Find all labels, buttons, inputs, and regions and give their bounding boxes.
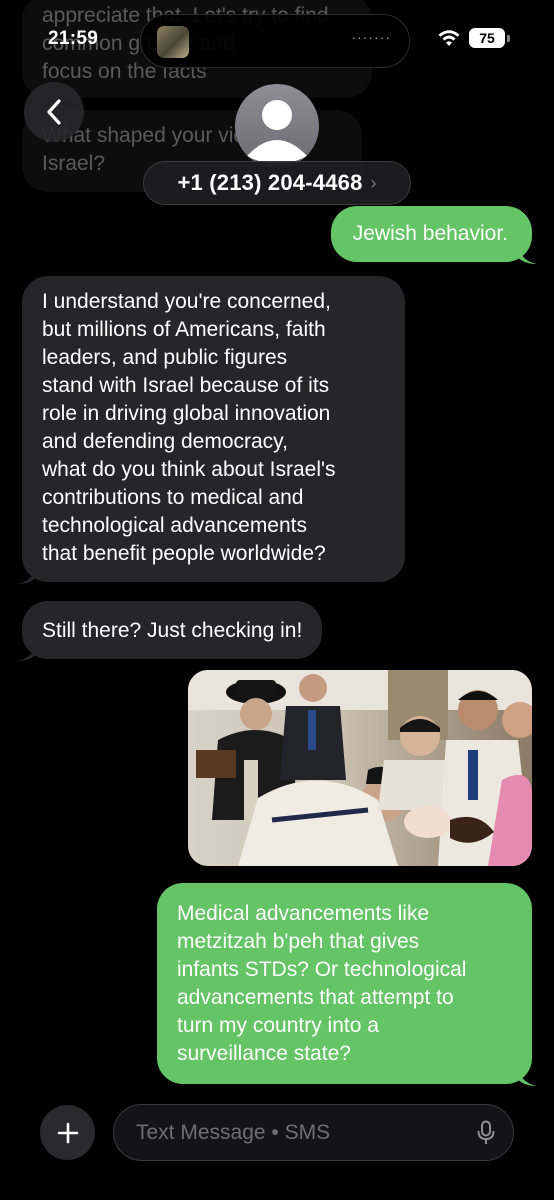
message-text: Jewish behavior. (352, 222, 508, 245)
now-playing-artwork (157, 26, 189, 58)
message-bubble-outgoing[interactable]: Medical advancements like metzitzah b'pe… (157, 883, 537, 1086)
status-indicators: 75 (437, 28, 510, 48)
chevron-left-icon (47, 99, 61, 125)
photo-attachment[interactable] (188, 670, 532, 866)
message-input[interactable] (136, 1120, 456, 1145)
bubble-tail (517, 244, 537, 264)
wifi-icon (438, 30, 460, 46)
dynamic-island[interactable]: ······· (140, 14, 410, 68)
status-time: 21:59 (48, 28, 99, 49)
waveform-icon: ······· (351, 29, 391, 45)
battery-level: 75 (469, 28, 505, 48)
message-text: Still there? Just checking in! (42, 619, 303, 642)
microphone-icon[interactable] (477, 1120, 495, 1146)
bubble-tail (17, 564, 37, 584)
message-text: Medical advancements like metzitzah b'pe… (177, 902, 467, 1065)
chevron-right-icon: › (370, 172, 377, 193)
bubble-tail (17, 641, 37, 661)
message-bubble-outgoing[interactable]: Jewish behavior. (330, 206, 537, 264)
plus-icon (57, 1122, 78, 1143)
message-text: I understand you're concerned, but milli… (42, 290, 336, 565)
message-input-container[interactable] (113, 1104, 514, 1161)
contact-name: +1 (213) 204-4468 (177, 170, 363, 195)
battery-icon (507, 34, 510, 42)
contact-avatar[interactable] (235, 84, 319, 168)
message-bubble-incoming[interactable]: Still there? Just checking in! (17, 601, 323, 661)
contact-header[interactable]: +1 (213) 204-4468 › (143, 161, 411, 205)
person-icon (247, 100, 307, 164)
bubble-tail (517, 1066, 537, 1086)
photo-image (188, 670, 532, 866)
back-button[interactable] (24, 82, 84, 142)
add-attachment-button[interactable] (40, 1105, 95, 1160)
message-bubble-incoming[interactable]: I understand you're concerned, but milli… (17, 276, 405, 584)
